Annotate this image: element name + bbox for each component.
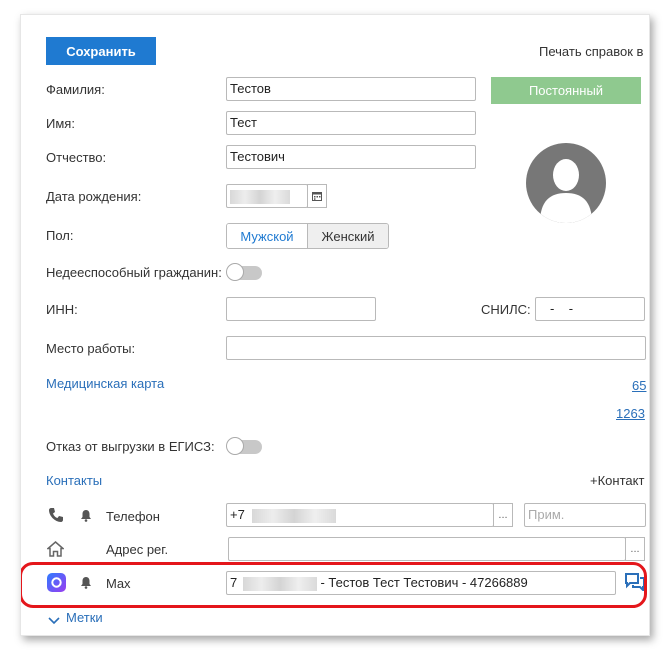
incapable-toggle[interactable] (226, 263, 262, 281)
name-field[interactable]: Тест (226, 111, 476, 135)
birthdate-field[interactable] (226, 184, 308, 208)
snils-field[interactable]: - - (535, 297, 645, 321)
gender-option-male[interactable]: Мужской (227, 224, 308, 248)
add-contact-button[interactable]: +Контакт (590, 473, 644, 488)
egisz-refusal-label: Отказ от выгрузки в ЕГИСЗ: (46, 439, 215, 454)
name-label: Имя: (46, 116, 75, 131)
patronymic-label: Отчество: (46, 150, 107, 165)
address-label: Адрес рег. (106, 542, 169, 557)
phone-icon (48, 507, 64, 526)
user-silhouette-icon (540, 159, 592, 223)
egisz-refusal-toggle[interactable] (226, 437, 262, 455)
home-icon (45, 541, 66, 560)
avatar[interactable] (526, 143, 606, 223)
medical-card-link[interactable]: Медицинская карта (46, 376, 164, 391)
incapable-label: Недееспособный гражданин: (46, 265, 222, 280)
print-certificates-link[interactable]: Печать справок в (539, 44, 643, 59)
inn-field[interactable] (226, 297, 376, 321)
calendar-button[interactable] (307, 184, 327, 208)
workplace-field[interactable] (226, 336, 646, 360)
phone-label: Телефон (106, 509, 160, 524)
workplace-label: Место работы: (46, 341, 136, 356)
phone-more-button[interactable]: ... (493, 503, 513, 527)
status-button[interactable]: Постоянный (491, 77, 641, 104)
phone-note-field[interactable]: Прим. (524, 503, 646, 527)
phone-prefix: +7 (230, 507, 245, 522)
tags-toggle[interactable]: Метки (66, 610, 103, 625)
calendar-icon (312, 192, 322, 201)
inn-label: ИНН: (46, 302, 78, 317)
patronymic-field[interactable]: Тестович (226, 145, 476, 169)
gender-option-female[interactable]: Женский (308, 224, 388, 248)
surname-label: Фамилия: (46, 82, 105, 97)
medical-card-number-link[interactable]: 65 (632, 378, 646, 393)
highlight-frame (21, 562, 647, 608)
medical-card-number-link-2[interactable]: 1263 (616, 406, 645, 421)
gender-label: Пол: (46, 228, 74, 243)
bell-icon[interactable] (80, 509, 92, 525)
snils-label: СНИЛС: (481, 302, 531, 317)
patient-form-panel: Сохранить Печать справок в Фамилия: Тест… (20, 14, 650, 636)
gender-segmented-control: Мужской Женский (226, 223, 389, 249)
phone-field[interactable]: +7 (226, 503, 494, 527)
save-button[interactable]: Сохранить (46, 37, 156, 65)
contacts-section-title[interactable]: Контакты (46, 473, 102, 488)
address-more-button[interactable]: ... (625, 537, 645, 561)
chevron-down-icon[interactable] (48, 613, 60, 628)
birthdate-label: Дата рождения: (46, 189, 142, 204)
address-field[interactable] (228, 537, 626, 561)
surname-field[interactable]: Тестов (226, 77, 476, 101)
